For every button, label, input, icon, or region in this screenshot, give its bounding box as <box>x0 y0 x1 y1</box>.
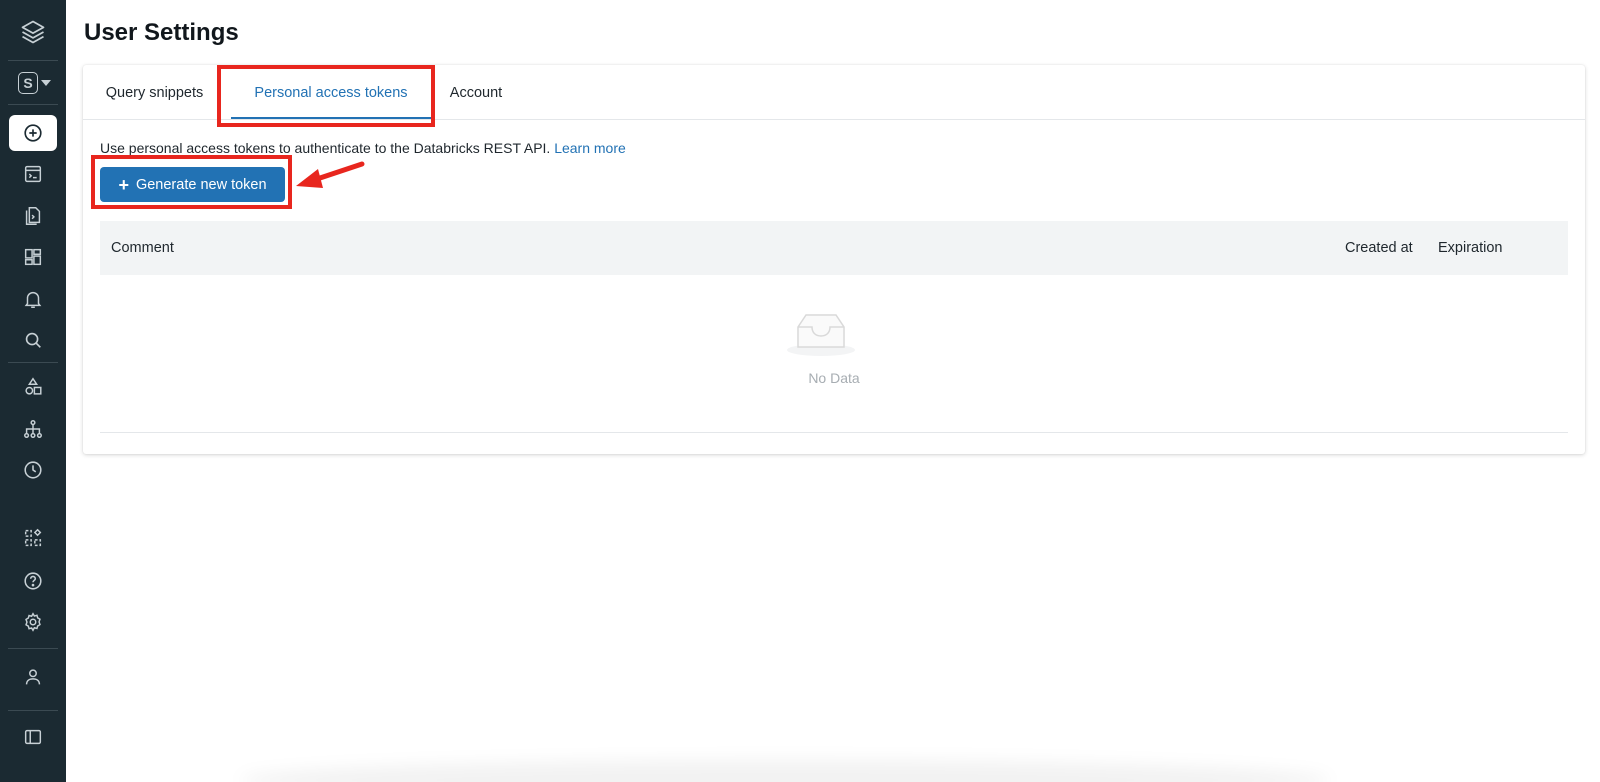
column-header-expiration[interactable]: Expiration <box>1438 221 1502 275</box>
search-icon[interactable] <box>9 322 57 358</box>
gear-icon[interactable] <box>9 604 57 640</box>
sidebar-divider <box>8 60 58 61</box>
queries-icon[interactable] <box>9 198 57 234</box>
column-header-comment[interactable]: Comment <box>111 221 174 275</box>
sql-editor-icon[interactable] <box>9 156 57 192</box>
highlight-box-tab <box>217 65 435 127</box>
history-clock-icon[interactable] <box>9 452 57 488</box>
empty-inbox-icon <box>787 314 855 356</box>
tokens-description-text: Use personal access tokens to authentica… <box>100 140 551 156</box>
sidebar-divider <box>8 710 58 711</box>
page-title: User Settings <box>84 19 239 46</box>
workspace-badge: S <box>18 72 38 94</box>
collapse-sidebar-icon[interactable] <box>9 719 57 755</box>
layers-logo-icon[interactable] <box>9 14 57 50</box>
tokens-table-header: Comment Created at Expiration <box>100 221 1568 275</box>
dashboards-icon[interactable] <box>9 239 57 275</box>
tokens-table-empty: No Data <box>100 275 1568 433</box>
sidebar: S <box>0 0 66 782</box>
learn-more-link[interactable]: Learn more <box>554 140 626 156</box>
sidebar-divider <box>8 362 58 363</box>
shapes-icon[interactable] <box>9 369 57 405</box>
tokens-description: Use personal access tokens to authentica… <box>100 140 626 156</box>
sidebar-divider <box>8 104 58 105</box>
annotation-arrow-icon <box>296 161 365 188</box>
tab-account[interactable]: Account <box>436 65 516 120</box>
user-icon[interactable] <box>9 659 57 695</box>
column-header-created-at[interactable]: Created at <box>1345 221 1413 275</box>
hierarchy-icon[interactable] <box>9 411 57 447</box>
alerts-bell-icon[interactable] <box>9 281 57 317</box>
chevron-down-icon <box>41 80 51 86</box>
empty-state-text: No Data <box>808 370 860 386</box>
workspace-switcher[interactable]: S <box>18 70 58 96</box>
help-icon[interactable] <box>9 563 57 599</box>
tab-query-snippets[interactable]: Query snippets <box>83 65 226 120</box>
highlight-box-button <box>91 155 292 209</box>
partner-connect-icon[interactable] <box>9 520 57 556</box>
bottom-shadow <box>240 760 1330 782</box>
sidebar-divider <box>8 648 58 649</box>
plus-circle-icon[interactable] <box>9 115 57 151</box>
